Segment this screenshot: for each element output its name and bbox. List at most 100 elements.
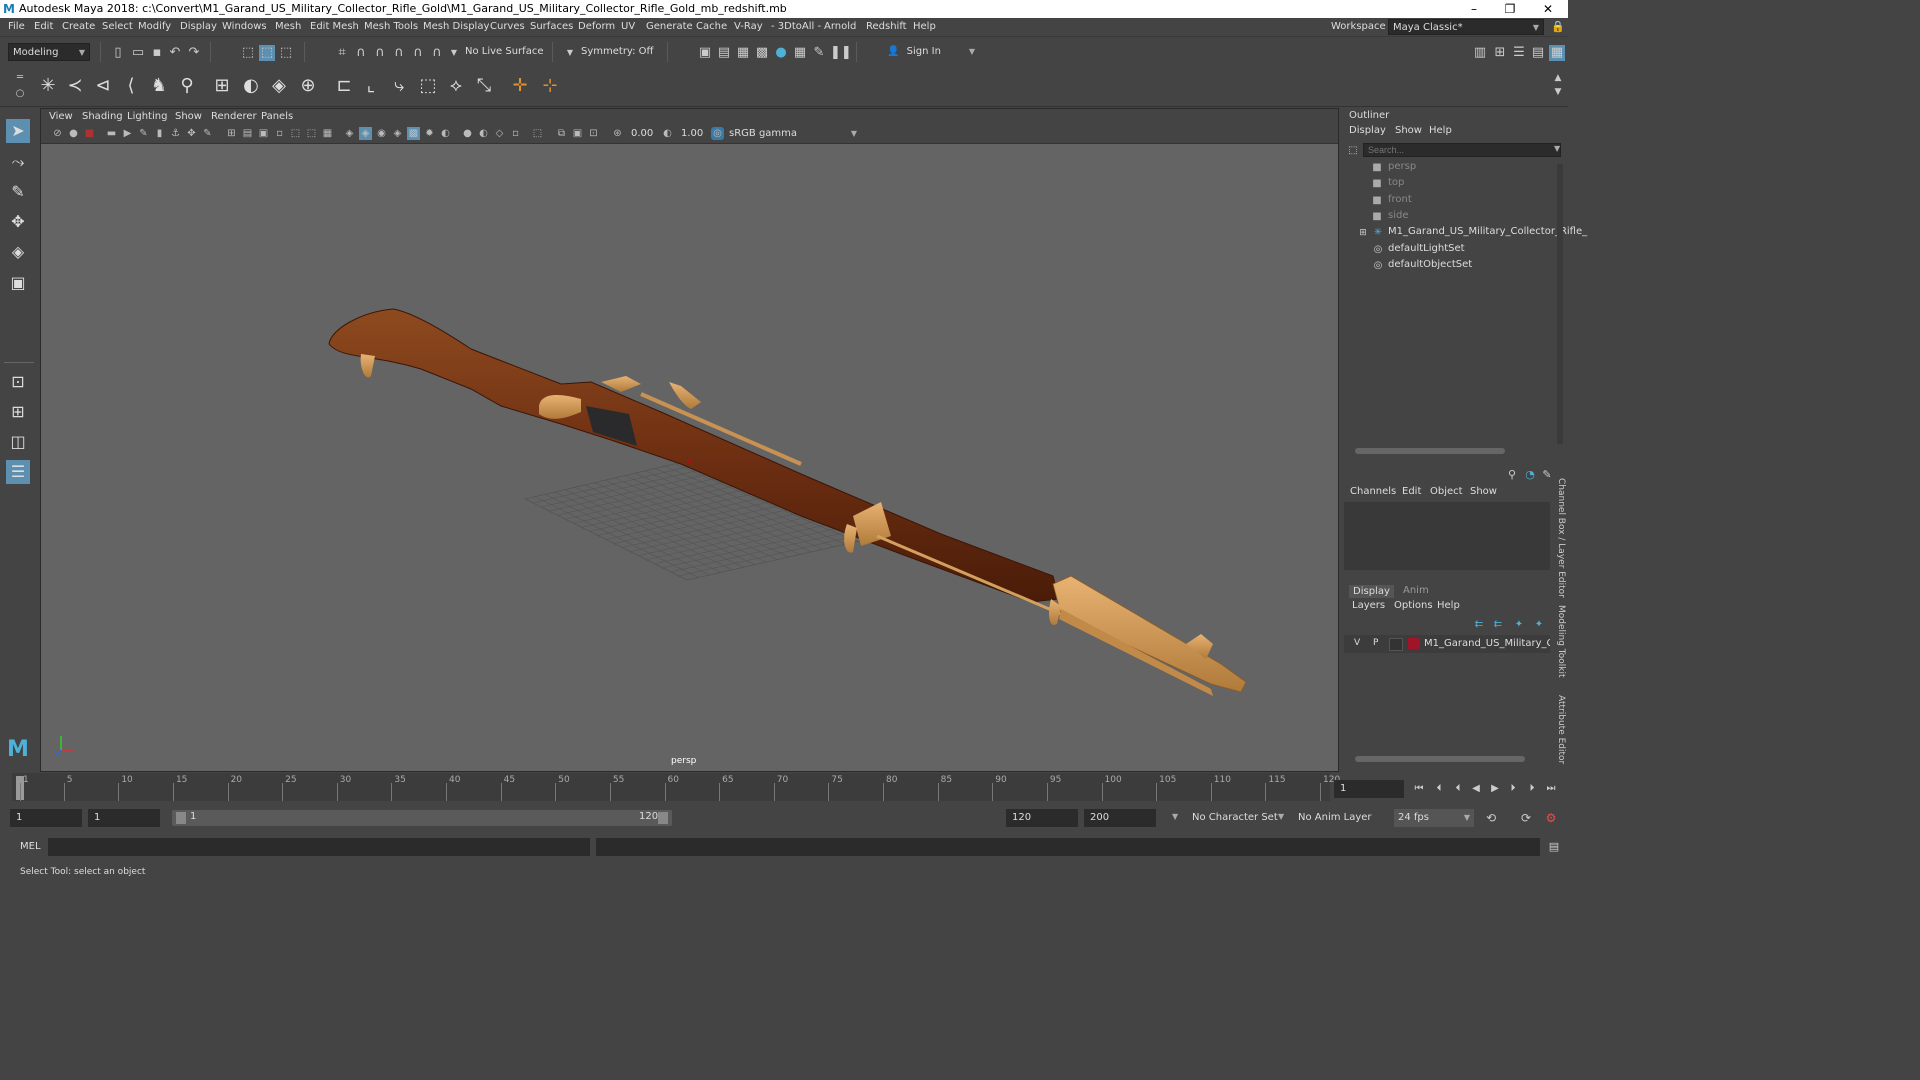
menu-file[interactable]: File xyxy=(8,21,25,32)
ep-curve-icon[interactable]: ⟨ xyxy=(119,74,143,98)
move-layer-up-icon[interactable]: ⇇ xyxy=(1471,617,1487,633)
outliner-search-input[interactable] xyxy=(1363,143,1561,157)
rifle-model[interactable] xyxy=(328,308,1247,696)
shadows-icon[interactable]: ◈ xyxy=(391,127,404,140)
default-material-icon[interactable]: ◈ xyxy=(359,127,372,140)
auto-key-icon[interactable]: ⟳ xyxy=(1518,810,1534,826)
motion-blur-icon[interactable]: ◐ xyxy=(439,127,452,140)
vp-menu-show[interactable]: Show xyxy=(175,111,202,122)
joint-tool-icon[interactable]: ♞ xyxy=(147,74,171,98)
undo-icon[interactable]: ↶ xyxy=(167,45,183,61)
side-tab-modeling-toolkit[interactable]: Modeling Toolkit xyxy=(1552,605,1566,678)
menu-windows[interactable]: Windows xyxy=(222,21,267,32)
layer-menu-help[interactable]: Help xyxy=(1437,600,1460,611)
menu-redshift[interactable]: Redshift xyxy=(866,21,907,32)
ipr-render-icon[interactable]: ▦ xyxy=(735,45,751,61)
mel-input[interactable] xyxy=(48,838,590,856)
render-frame-icon[interactable]: ▤ xyxy=(716,45,732,61)
2d-pan-zoom-icon[interactable]: ▶ xyxy=(121,127,134,140)
minimize-button[interactable]: – xyxy=(1456,0,1492,18)
layer-visibility-toggle[interactable]: V xyxy=(1354,638,1360,648)
layer-tab-display[interactable]: Display xyxy=(1349,585,1394,598)
snap-grid-icon[interactable]: ⌗ xyxy=(334,45,350,61)
bounding-box-icon[interactable]: ⬚ xyxy=(289,127,302,140)
safe-action-icon[interactable]: ✎ xyxy=(201,127,214,140)
mel-label[interactable]: MEL xyxy=(20,841,41,852)
gamma-value[interactable]: 1.00 xyxy=(681,128,703,139)
menu-uv[interactable]: UV xyxy=(621,21,635,32)
xray-joints-icon[interactable]: ◐ xyxy=(477,127,490,140)
toggle-channel-box-icon[interactable]: ☰ xyxy=(1511,45,1527,61)
new-scene-icon[interactable]: ▯ xyxy=(110,45,126,61)
side-tab-attribute-editor[interactable]: Attribute Editor xyxy=(1552,695,1566,764)
expand-icon[interactable]: ⊞ xyxy=(1357,227,1369,239)
save-scene-icon[interactable]: ▪ xyxy=(149,45,165,61)
ambient-occlusion-icon[interactable]: ✹ xyxy=(423,127,436,140)
lock-icon[interactable]: 🔒 xyxy=(1550,19,1566,35)
layer-menu-layers[interactable]: Layers xyxy=(1352,600,1385,611)
side-tab-channel-box[interactable]: Channel Box / Layer Editor xyxy=(1552,478,1566,598)
live-surface-label[interactable]: No Live Surface xyxy=(465,46,543,57)
grid-toggle-icon[interactable]: ⊞ xyxy=(225,127,238,140)
extrude-icon[interactable]: ⊏ xyxy=(332,74,356,98)
vp-menu-view[interactable]: View xyxy=(49,111,73,122)
outliner-item-rifle-group[interactable]: ⊞ ✳ M1_Garand_US_Military_Collector_Rifl… xyxy=(1341,225,1587,241)
quad-draw-icon[interactable]: ✛ xyxy=(508,74,532,98)
move-tool-icon[interactable]: ✥ xyxy=(6,210,30,234)
layer-display-type[interactable] xyxy=(1389,638,1403,651)
cylinder-icon[interactable]: ⊕ xyxy=(296,74,320,98)
sweep-mesh-icon[interactable]: ✳ xyxy=(36,74,60,98)
close-button[interactable]: ✕ xyxy=(1530,0,1566,18)
flat-shade-icon[interactable]: ▫ xyxy=(273,127,286,140)
snap-point-icon[interactable]: ∩ xyxy=(372,45,388,61)
isolate-select-icon[interactable]: ● xyxy=(461,127,474,140)
menu-modify[interactable]: Modify xyxy=(138,21,171,32)
grease-pencil-icon[interactable]: ✎ xyxy=(137,127,150,140)
layer-name[interactable]: M1_Garand_US_Military_Collec xyxy=(1424,638,1550,649)
wireframe-icon[interactable]: ▤ xyxy=(241,127,254,140)
colorspace-dropdown[interactable]: sRGB gamma ▼ xyxy=(725,126,861,142)
toggle-shelf-icon[interactable]: ⊞ xyxy=(1492,45,1508,61)
target-weld-icon[interactable]: ⤡ xyxy=(472,74,496,98)
new-layer-selected-icon[interactable]: ✦ xyxy=(1531,617,1547,633)
current-frame-field[interactable]: 1 xyxy=(1334,780,1404,798)
channel-menu-channels[interactable]: Channels xyxy=(1350,486,1396,497)
exposure-icon[interactable]: ⊛ xyxy=(611,127,624,140)
preferences-icon[interactable]: ⚙ xyxy=(1543,810,1559,826)
script-editor-icon[interactable]: ▤ xyxy=(1546,839,1562,855)
sphere-icon[interactable]: ◐ xyxy=(239,74,263,98)
filter-icon[interactable]: ⬚ xyxy=(1345,143,1361,159)
chevron-down-icon[interactable]: ▼ xyxy=(1554,144,1560,153)
step-back-key-icon[interactable]: ⏴ xyxy=(1431,781,1447,797)
time-slider[interactable]: 1 5 10 15 20 25 30 35 40 45 50 55 60 65 70 75 80 85 90 95 10… xyxy=(0,773,1568,803)
fps-dropdown[interactable]: 24 fps ▼ xyxy=(1394,809,1474,827)
xray-icon[interactable]: ▩ xyxy=(407,127,420,140)
bevel-icon[interactable]: ⌞ xyxy=(359,74,383,98)
outliner-item-persp[interactable]: ■ persp xyxy=(1341,160,1551,176)
step-forward-key-icon[interactable]: ⏵ xyxy=(1524,781,1540,797)
playback-end-field[interactable]: 120 xyxy=(1006,809,1078,827)
scroll-down-icon[interactable]: ▼ xyxy=(1550,84,1566,100)
end-time-field[interactable]: 200 xyxy=(1084,809,1156,827)
toggle-status-line-icon[interactable]: ▥ xyxy=(1472,45,1488,61)
layer-color-swatch[interactable] xyxy=(1408,638,1420,649)
range-bar[interactable]: 1 120 xyxy=(172,810,672,826)
channel-menu-object[interactable]: Object xyxy=(1430,486,1463,497)
hud-icon[interactable]: ▫ xyxy=(509,127,522,140)
bridge-icon[interactable]: ⤷ xyxy=(387,74,411,98)
vp-menu-renderer[interactable]: Renderer xyxy=(211,111,257,122)
go-to-end-icon[interactable]: ⏭ xyxy=(1543,781,1559,797)
toggle-outliner-icon[interactable]: ▦ xyxy=(1549,45,1565,61)
four-view-icon[interactable]: ⊞ xyxy=(6,400,30,424)
step-back-frame-icon[interactable]: ⏴ xyxy=(1450,781,1466,797)
append-polygon-icon[interactable]: ⬚ xyxy=(416,74,440,98)
shelf-menu-icon[interactable]: ═ xyxy=(12,70,28,86)
redo-icon[interactable]: ↷ xyxy=(186,45,202,61)
workspace-dropdown[interactable]: Maya Classic* ▼ xyxy=(1388,19,1544,35)
play-backward-icon[interactable]: ◀ xyxy=(1468,781,1484,797)
outliner-menu-display[interactable]: Display xyxy=(1349,125,1386,136)
outliner-item-defaultlightset[interactable]: ◎ defaultLightSet xyxy=(1341,242,1551,258)
resolution-gate-icon[interactable]: ▮ xyxy=(153,127,166,140)
menu-mesh-display[interactable]: Mesh Display xyxy=(423,21,489,32)
layer-horizontal-scrollbar[interactable] xyxy=(1355,756,1525,762)
